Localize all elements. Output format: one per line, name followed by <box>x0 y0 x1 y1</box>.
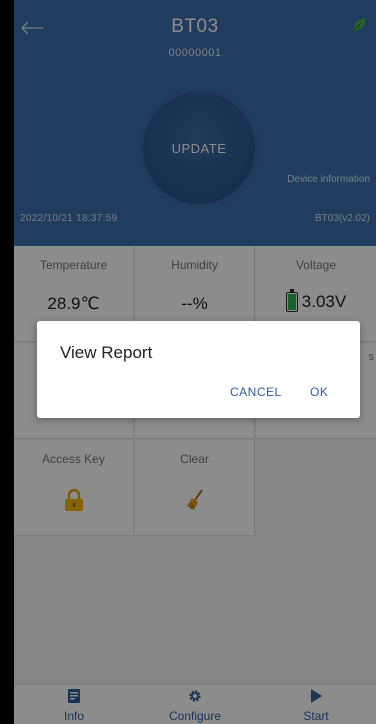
cancel-button[interactable]: CANCEL <box>230 385 282 399</box>
ok-button[interactable]: OK <box>310 385 328 399</box>
app-screen: BT03 00000001 UPDATE 2022/10/21 18:37:59… <box>14 0 376 724</box>
dialog-title: View Report <box>60 343 153 362</box>
view-report-dialog: View Report CANCEL OK <box>37 321 360 418</box>
